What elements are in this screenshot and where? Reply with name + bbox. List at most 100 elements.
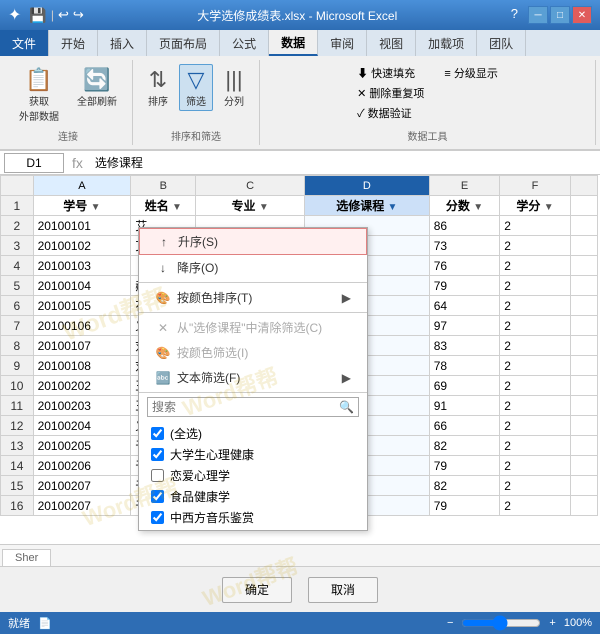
zoom-out-icon[interactable]: − xyxy=(447,617,453,629)
formula-divider: fx xyxy=(68,155,87,171)
cell-a1[interactable]: 学号 ▼ xyxy=(33,196,131,216)
color-filter-icon: 🎨 xyxy=(155,346,171,360)
col-header-a[interactable]: A xyxy=(33,176,131,196)
corner-header xyxy=(1,176,34,196)
formula-input[interactable] xyxy=(91,153,596,173)
zoom-level: 100% xyxy=(564,617,592,629)
help-button[interactable]: ? xyxy=(511,6,518,24)
col-header-d[interactable]: D xyxy=(304,176,429,196)
checkbox-item-music[interactable]: 中西方音乐鉴赏 xyxy=(147,507,359,528)
clear-filter-label: 从"选修课程"中清除筛选(C) xyxy=(177,319,322,336)
tab-review[interactable]: 审阅 xyxy=(318,30,367,56)
data-validation-button[interactable]: ✓ 数据验证 xyxy=(353,104,428,122)
group-connection: 📋 获取外部数据 🔄 全部刷新 连接 xyxy=(4,60,133,145)
remove-duplicates-button[interactable]: ✕ 删除重复项 xyxy=(353,84,428,102)
split-column-button[interactable]: ||| 分列 xyxy=(217,64,251,111)
zoom-slider[interactable] xyxy=(461,615,541,631)
menu-separator-3 xyxy=(139,392,367,393)
col-header-c[interactable]: C xyxy=(196,176,305,196)
tab-team[interactable]: 团队 xyxy=(477,30,526,56)
checkbox-item-psychology[interactable]: 大学生心理健康 xyxy=(147,444,359,465)
zoom-in-icon[interactable]: + xyxy=(549,617,555,629)
clear-filter-menu-item: ✕ 从"选修课程"中清除筛选(C) xyxy=(139,315,367,340)
color-sort-icon: 🎨 xyxy=(155,291,171,305)
tab-addins[interactable]: 加载项 xyxy=(416,30,477,56)
excel-icon: ✦ xyxy=(8,5,21,25)
group-outline-button[interactable]: ≡ 分级显示 xyxy=(440,64,501,82)
checkbox-food-label: 食品健康学 xyxy=(170,488,230,505)
cell-b1[interactable]: 姓名 ▼ xyxy=(131,196,196,216)
cancel-button[interactable]: 取消 xyxy=(308,577,378,603)
checkbox-love-label: 恋爱心理学 xyxy=(170,467,230,484)
get-external-data-button[interactable]: 📋 获取外部数据 xyxy=(12,64,66,126)
checkbox-item-food[interactable]: 食品健康学 xyxy=(147,486,359,507)
checkbox-food[interactable] xyxy=(151,490,164,503)
checkbox-item-love[interactable]: 恋爱心理学 xyxy=(147,465,359,486)
filter-button[interactable]: ▽ 筛选 xyxy=(179,64,213,111)
sort-ascending-menu-item[interactable]: ↑ 升序(S) xyxy=(139,228,367,255)
submenu-arrow-icon: ▶ xyxy=(342,291,351,305)
sheet-tabs-area: Sher xyxy=(0,544,600,566)
tab-view[interactable]: 视图 xyxy=(367,30,416,56)
app-window: ✦ 💾 | ↩ ↪ 大学选修成绩表.xlsx - Microsoft Excel… xyxy=(0,0,600,634)
formula-bar: fx xyxy=(0,151,600,175)
name-box[interactable] xyxy=(4,153,64,173)
cell-d1[interactable]: 选修课程 ▼ xyxy=(304,196,429,216)
text-filter-menu-item[interactable]: 🔤 文本筛选(F) ▶ xyxy=(139,365,367,390)
sort-descending-menu-item[interactable]: ↓ 降序(O) xyxy=(139,255,367,280)
maximize-button[interactable]: □ xyxy=(550,6,570,24)
cell-f1[interactable]: 学分 ▼ xyxy=(500,196,571,216)
col-header-f[interactable]: F xyxy=(500,176,571,196)
sort-descending-label: 降序(O) xyxy=(177,259,218,276)
ribbon-content: 📋 获取外部数据 🔄 全部刷新 连接 ⇅ 排序 ▽ 筛选 xyxy=(0,56,600,151)
sort-desc-icon: ↓ xyxy=(155,261,171,275)
cell-c1[interactable]: 专业 ▼ xyxy=(196,196,305,216)
cell-e1[interactable]: 分数 ▼ xyxy=(429,196,500,216)
tab-file[interactable]: 文件 xyxy=(0,30,49,56)
checkbox-item-all[interactable]: (全选) xyxy=(147,423,359,444)
tab-formulas[interactable]: 公式 xyxy=(220,30,269,56)
search-input[interactable] xyxy=(152,400,339,414)
title-bar: ✦ 💾 | ↩ ↪ 大学选修成绩表.xlsx - Microsoft Excel… xyxy=(0,0,600,30)
color-filter-menu-item: 🎨 按颜色筛选(I) xyxy=(139,340,367,365)
group-connection-label: 连接 xyxy=(58,128,78,145)
ribbon-tabs: 文件 开始 插入 页面布局 公式 数据 审阅 视图 加载项 团队 xyxy=(0,30,600,56)
search-box: 🔍 xyxy=(147,397,359,417)
title-icons: ✦ 💾 | ↩ ↪ xyxy=(8,5,84,25)
window-controls: ? ─ □ ✕ xyxy=(511,6,592,24)
group-data-tools: ⬇ 快速填充 ✕ 删除重复项 ✓ 数据验证 ≡ 分级显示 数据工具 xyxy=(260,60,596,145)
quick-fill-button[interactable]: ⬇ 快速填充 xyxy=(353,64,428,82)
group-data-tools-label: 数据工具 xyxy=(408,128,448,145)
text-filter-label: 文本筛选(F) xyxy=(177,369,240,386)
minimize-button[interactable]: ─ xyxy=(528,6,548,24)
table-row: 1 学号 ▼ 姓名 ▼ 专业 ▼ 选修课程 ▼ 分数 ▼ 学分 ▼ xyxy=(1,196,598,216)
col-header-b[interactable]: B xyxy=(131,176,196,196)
tab-page-layout[interactable]: 页面布局 xyxy=(147,30,220,56)
checkbox-all[interactable] xyxy=(151,427,164,440)
sheet-tab-sher[interactable]: Sher xyxy=(2,549,51,566)
checkbox-all-label: (全选) xyxy=(170,425,202,442)
search-icon: 🔍 xyxy=(339,400,354,414)
close-button[interactable]: ✕ xyxy=(572,6,592,24)
checkbox-music[interactable] xyxy=(151,511,164,524)
checkbox-list: (全选) 大学生心理健康 恋爱心理学 食品健康学 中西方音乐鉴赏 xyxy=(139,421,367,530)
ok-button[interactable]: 确定 xyxy=(222,577,292,603)
sort-button[interactable]: ⇅ 排序 xyxy=(141,64,175,111)
col-header-e[interactable]: E xyxy=(429,176,500,196)
status-bar: 就绪 📄 − + 100% xyxy=(0,612,600,634)
tab-home[interactable]: 开始 xyxy=(49,30,98,56)
dialog-footer: 确定 取消 xyxy=(0,566,600,612)
window-title: 大学选修成绩表.xlsx - Microsoft Excel xyxy=(84,7,511,24)
tab-insert[interactable]: 插入 xyxy=(98,30,147,56)
refresh-all-button[interactable]: 🔄 全部刷新 xyxy=(70,64,124,111)
color-sort-menu-item[interactable]: 🎨 按颜色排序(T) ▶ xyxy=(139,285,367,310)
menu-separator-2 xyxy=(139,312,367,313)
checkbox-psychology[interactable] xyxy=(151,448,164,461)
sheet-container: A B C D E F 1 学号 ▼ 姓名 ▼ 专业 ▼ xyxy=(0,175,600,612)
tab-data[interactable]: 数据 xyxy=(269,30,318,56)
checkbox-love[interactable] xyxy=(151,469,164,482)
col-header-row: A B C D E F xyxy=(1,176,598,196)
col-header-scroll xyxy=(570,176,597,196)
clear-filter-icon: ✕ xyxy=(155,321,171,335)
checkbox-psychology-label: 大学生心理健康 xyxy=(170,446,254,463)
